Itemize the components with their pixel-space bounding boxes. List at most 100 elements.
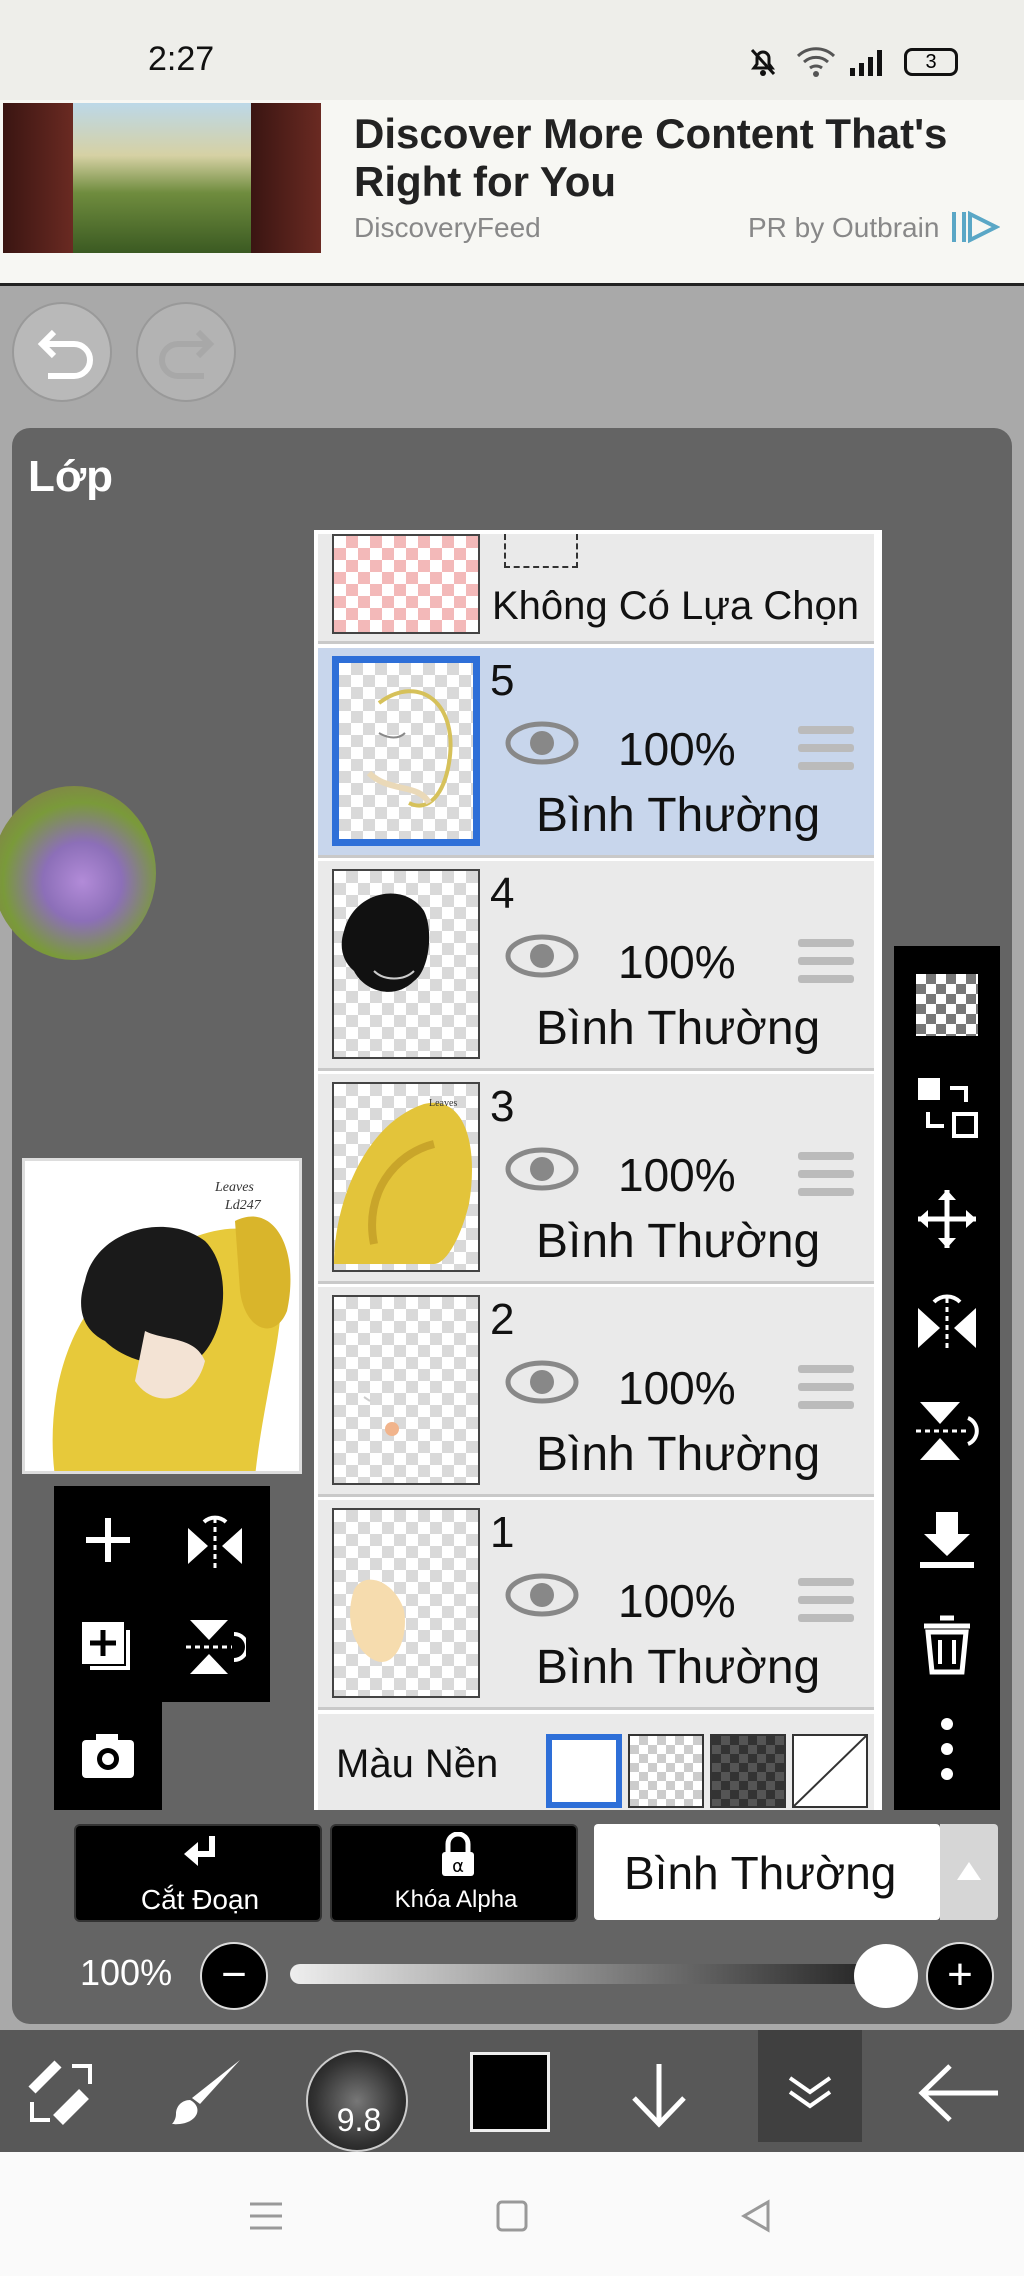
clip-arrow-icon bbox=[184, 1836, 215, 1866]
add-layer-copy-icon[interactable] bbox=[78, 1618, 138, 1678]
back-triangle-icon[interactable] bbox=[738, 2196, 774, 2236]
background-label: Màu Nền bbox=[336, 1742, 499, 1786]
opacity-increase-button[interactable]: + bbox=[926, 1942, 994, 2010]
back-arrow-icon[interactable] bbox=[916, 2060, 1002, 2126]
clipping-label: Cắt Đoạn bbox=[140, 1884, 260, 1915]
drag-handle-icon[interactable] bbox=[798, 1152, 854, 1196]
merge-down-icon[interactable] bbox=[914, 1508, 980, 1574]
drag-handle-icon[interactable] bbox=[798, 1578, 854, 1622]
home-icon[interactable] bbox=[494, 2196, 530, 2236]
layer-row[interactable]: 2 100% Bình Thường bbox=[318, 1287, 874, 1497]
camera-icon[interactable] bbox=[78, 1728, 138, 1784]
flip-layer-horizontal-icon[interactable] bbox=[184, 1510, 246, 1570]
layer-blend-mode: Bình Thường bbox=[536, 1428, 821, 1481]
layer-row[interactable]: Leaves 3 100% Bình Thường bbox=[318, 1074, 874, 1284]
battery-icon: 3 bbox=[904, 48, 958, 76]
color-swatch[interactable] bbox=[470, 2052, 550, 2132]
signal-icon bbox=[850, 50, 882, 76]
tool-switch-icon[interactable] bbox=[22, 2056, 102, 2130]
layer-blend-mode: Bình Thường bbox=[536, 1215, 821, 1268]
more-options-icon[interactable] bbox=[932, 1714, 962, 1784]
ad-image[interactable] bbox=[3, 103, 321, 253]
selection-thumbnail bbox=[332, 534, 480, 634]
bg-white-swatch[interactable] bbox=[546, 1734, 622, 1808]
brush-size-button[interactable]: 9.8 bbox=[306, 2050, 408, 2152]
layer-row[interactable]: 5 100% Bình Thường bbox=[318, 648, 874, 858]
svg-text:α: α bbox=[452, 1856, 464, 1877]
layer-blend-mode: Bình Thường bbox=[536, 1002, 821, 1055]
layer-blend-mode: Bình Thường bbox=[536, 789, 821, 842]
alpha-lock-button[interactable]: α Khóa Alpha bbox=[330, 1824, 578, 1922]
bg-dark-swatch[interactable] bbox=[710, 1734, 786, 1808]
svg-text:Ld247: Ld247 bbox=[224, 1198, 262, 1213]
brush-icon[interactable] bbox=[170, 2054, 246, 2130]
layer-thumbnail bbox=[332, 1295, 480, 1485]
layer-number: 5 bbox=[490, 656, 515, 705]
layer-panel-toggle[interactable] bbox=[758, 2030, 862, 2142]
ad-title[interactable]: Discover More Content That's Right for Y… bbox=[354, 110, 994, 206]
visibility-eye-icon[interactable] bbox=[504, 1572, 580, 1618]
camera-toolbar bbox=[54, 1702, 162, 1810]
flip-vertical-icon[interactable] bbox=[914, 1398, 980, 1464]
move-icon[interactable] bbox=[914, 1186, 980, 1252]
double-chevron-down-icon bbox=[788, 2076, 832, 2109]
wifi-icon bbox=[796, 47, 836, 77]
layer-thumbnail bbox=[332, 656, 480, 846]
opacity-decrease-button[interactable]: − bbox=[200, 1942, 268, 2010]
flip-horizontal-icon[interactable] bbox=[914, 1290, 980, 1356]
layer-swap-icon[interactable] bbox=[914, 1074, 980, 1140]
layer-number: 3 bbox=[490, 1082, 515, 1131]
undo-button[interactable] bbox=[12, 302, 112, 402]
layer-thumbnail: Leaves bbox=[332, 1082, 480, 1272]
clipping-button[interactable]: Cắt Đoạn bbox=[74, 1824, 322, 1922]
visibility-eye-icon[interactable] bbox=[504, 933, 580, 979]
selection-layer-row[interactable]: Không Có Lựa Chọn bbox=[318, 534, 874, 644]
visibility-eye-icon[interactable] bbox=[504, 1359, 580, 1405]
canvas-preview[interactable]: Leaves Ld247 bbox=[22, 1158, 302, 1474]
svg-text:Leaves: Leaves bbox=[429, 1098, 457, 1109]
layer-blend-mode: Bình Thường bbox=[536, 1641, 821, 1694]
drag-handle-icon[interactable] bbox=[798, 726, 854, 770]
layer-opacity: 100% bbox=[618, 1362, 736, 1414]
drag-handle-icon[interactable] bbox=[798, 939, 854, 983]
undo-icon bbox=[37, 329, 93, 379]
visibility-eye-icon[interactable] bbox=[504, 1146, 580, 1192]
lock-icon: α bbox=[442, 1832, 474, 1877]
layer-row[interactable]: 4 100% Bình Thường bbox=[318, 861, 874, 1071]
status-time: 2:27 bbox=[148, 40, 215, 78]
layer-opacity: 100% bbox=[618, 1149, 736, 1201]
svg-text:Leaves: Leaves bbox=[214, 1180, 254, 1195]
layer-tools-toolbar bbox=[894, 946, 1000, 1810]
drag-handle-icon[interactable] bbox=[798, 1365, 854, 1409]
ad-sponsor: PR by Outbrain bbox=[748, 212, 940, 243]
menu-icon[interactable] bbox=[246, 2198, 286, 2234]
redo-button[interactable] bbox=[136, 302, 236, 402]
mute-bell-icon bbox=[750, 48, 776, 76]
transparency-icon[interactable] bbox=[916, 974, 978, 1036]
blend-mode-value: Bình Thường bbox=[624, 1847, 897, 1899]
layer-number: 1 bbox=[490, 1508, 515, 1557]
blend-mode-select[interactable]: Bình Thường bbox=[594, 1824, 940, 1920]
bg-transparent-swatch[interactable] bbox=[628, 1734, 704, 1808]
brush-size-value: 9.8 bbox=[336, 2102, 382, 2138]
opacity-slider-track[interactable] bbox=[290, 1964, 882, 1984]
selection-label: Không Có Lựa Chọn bbox=[492, 584, 860, 628]
background-color-row: Màu Nền bbox=[318, 1714, 874, 1810]
outbrain-logo-icon[interactable] bbox=[950, 208, 1000, 246]
opacity-slider-knob[interactable] bbox=[854, 1944, 918, 2008]
bg-custom-swatch[interactable] bbox=[792, 1734, 868, 1808]
layer-opacity: 100% bbox=[618, 936, 736, 988]
blend-mode-dropdown-button[interactable] bbox=[940, 1824, 998, 1920]
system-nav-bar bbox=[0, 2152, 1024, 2276]
layer-thumbnail bbox=[332, 1508, 480, 1698]
layer-number: 2 bbox=[490, 1295, 515, 1344]
visibility-eye-icon[interactable] bbox=[504, 720, 580, 766]
add-layer-icon[interactable] bbox=[80, 1512, 136, 1568]
arrow-down-icon[interactable] bbox=[624, 2060, 694, 2130]
layer-thumbnail bbox=[332, 869, 480, 1059]
flip-layer-vertical-icon[interactable] bbox=[184, 1616, 246, 1678]
redo-icon bbox=[159, 329, 215, 379]
delete-trash-icon[interactable] bbox=[914, 1612, 980, 1678]
layer-row[interactable]: 1 100% Bình Thường bbox=[318, 1500, 874, 1710]
selection-marquee-icon bbox=[504, 534, 578, 568]
